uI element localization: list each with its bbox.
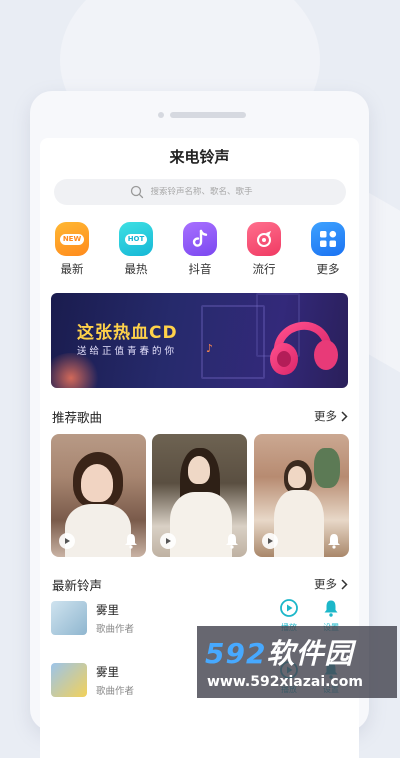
song-card[interactable] — [254, 434, 349, 557]
chevron-right-icon — [341, 410, 348, 422]
bell-icon[interactable] — [124, 533, 138, 549]
artwork-plant — [314, 448, 340, 488]
category-more[interactable]: 更多 — [304, 222, 352, 277]
latest-more-button[interactable]: 更多 — [314, 576, 348, 592]
watermark-number: 592 — [205, 637, 267, 670]
section-title: 最新铃声 — [52, 578, 103, 593]
chevron-right-icon — [341, 578, 348, 590]
play-button[interactable] — [262, 533, 278, 549]
phone-speaker — [170, 112, 246, 118]
play-circle-icon — [280, 599, 298, 617]
ringtone-thumbnail — [51, 601, 87, 635]
category-label: 最新 — [60, 262, 84, 276]
music-note-icon — [183, 222, 217, 256]
badge-text: NEW — [59, 233, 85, 245]
recommended-header: 推荐歌曲 更多 — [52, 407, 348, 425]
play-button[interactable] — [59, 533, 75, 549]
artwork-body — [170, 492, 232, 557]
watermark-brand: 592软件园 — [205, 632, 353, 672]
bell-icon[interactable] — [225, 533, 239, 549]
artwork-face — [81, 464, 113, 502]
grid-icon — [311, 222, 345, 256]
phone-camera — [158, 112, 164, 118]
recommended-more-button[interactable]: 更多 — [314, 408, 348, 424]
category-label: 流行 — [252, 262, 276, 276]
artwork-body — [65, 504, 131, 557]
song-card[interactable] — [152, 434, 247, 557]
recommended-songs — [51, 434, 349, 557]
category-label: 抖音 — [188, 262, 212, 276]
ringtone-artist: 歌曲作者 — [96, 624, 135, 635]
watermark-url: www.592xiazai.com — [207, 674, 363, 690]
page-title: 来电铃声 — [169, 148, 230, 166]
bell-icon — [324, 600, 338, 617]
search-input[interactable] — [150, 187, 271, 197]
ringtone-name: 雾里 — [96, 603, 119, 617]
artwork-face — [188, 456, 210, 484]
play-icon — [166, 538, 171, 544]
banner-tagline: 送给正值青春的你 — [77, 346, 178, 357]
promo-banner[interactable]: 这张热血CD 送给正值青春的你 ♪ — [51, 293, 348, 388]
category-row: NEW 最新 HOT 最热 抖音 流行 更多 — [40, 222, 359, 278]
category-hottest[interactable]: HOT 最热 — [112, 222, 160, 277]
badge-text: HOT — [124, 233, 148, 245]
new-badge-icon: NEW — [55, 222, 89, 256]
music-note-icon: ♪ — [206, 342, 214, 355]
artwork-face — [288, 466, 306, 488]
ringtone-artist: 歌曲作者 — [96, 686, 135, 697]
play-icon — [268, 538, 273, 544]
category-label: 更多 — [316, 262, 340, 276]
song-card[interactable] — [51, 434, 146, 557]
latest-header: 最新铃声 更多 — [52, 575, 348, 593]
search-icon — [130, 185, 143, 199]
more-label: 更多 — [314, 409, 337, 423]
banner-glow — [51, 353, 101, 388]
play-button[interactable] — [160, 533, 176, 549]
hot-badge-icon: HOT — [119, 222, 153, 256]
ringtone-thumbnail — [51, 663, 87, 697]
play-icon — [65, 538, 70, 544]
ringtone-name: 雾里 — [96, 665, 119, 679]
more-label: 更多 — [314, 577, 337, 591]
headphones-icon — [270, 321, 338, 375]
site-watermark: 592软件园 www.592xiazai.com — [197, 626, 397, 698]
bell-icon[interactable] — [327, 533, 341, 549]
category-popular[interactable]: 流行 — [240, 222, 288, 277]
search-bar[interactable] — [54, 179, 346, 205]
category-label: 最热 — [124, 262, 148, 276]
artwork-body — [274, 490, 324, 557]
category-newest[interactable]: NEW 最新 — [48, 222, 96, 277]
watermark-text: 软件园 — [266, 637, 354, 670]
banner-headline: 这张热血CD — [77, 323, 178, 343]
category-douyin[interactable]: 抖音 — [176, 222, 224, 277]
section-title: 推荐歌曲 — [52, 410, 103, 425]
flame-disc-icon — [247, 222, 281, 256]
